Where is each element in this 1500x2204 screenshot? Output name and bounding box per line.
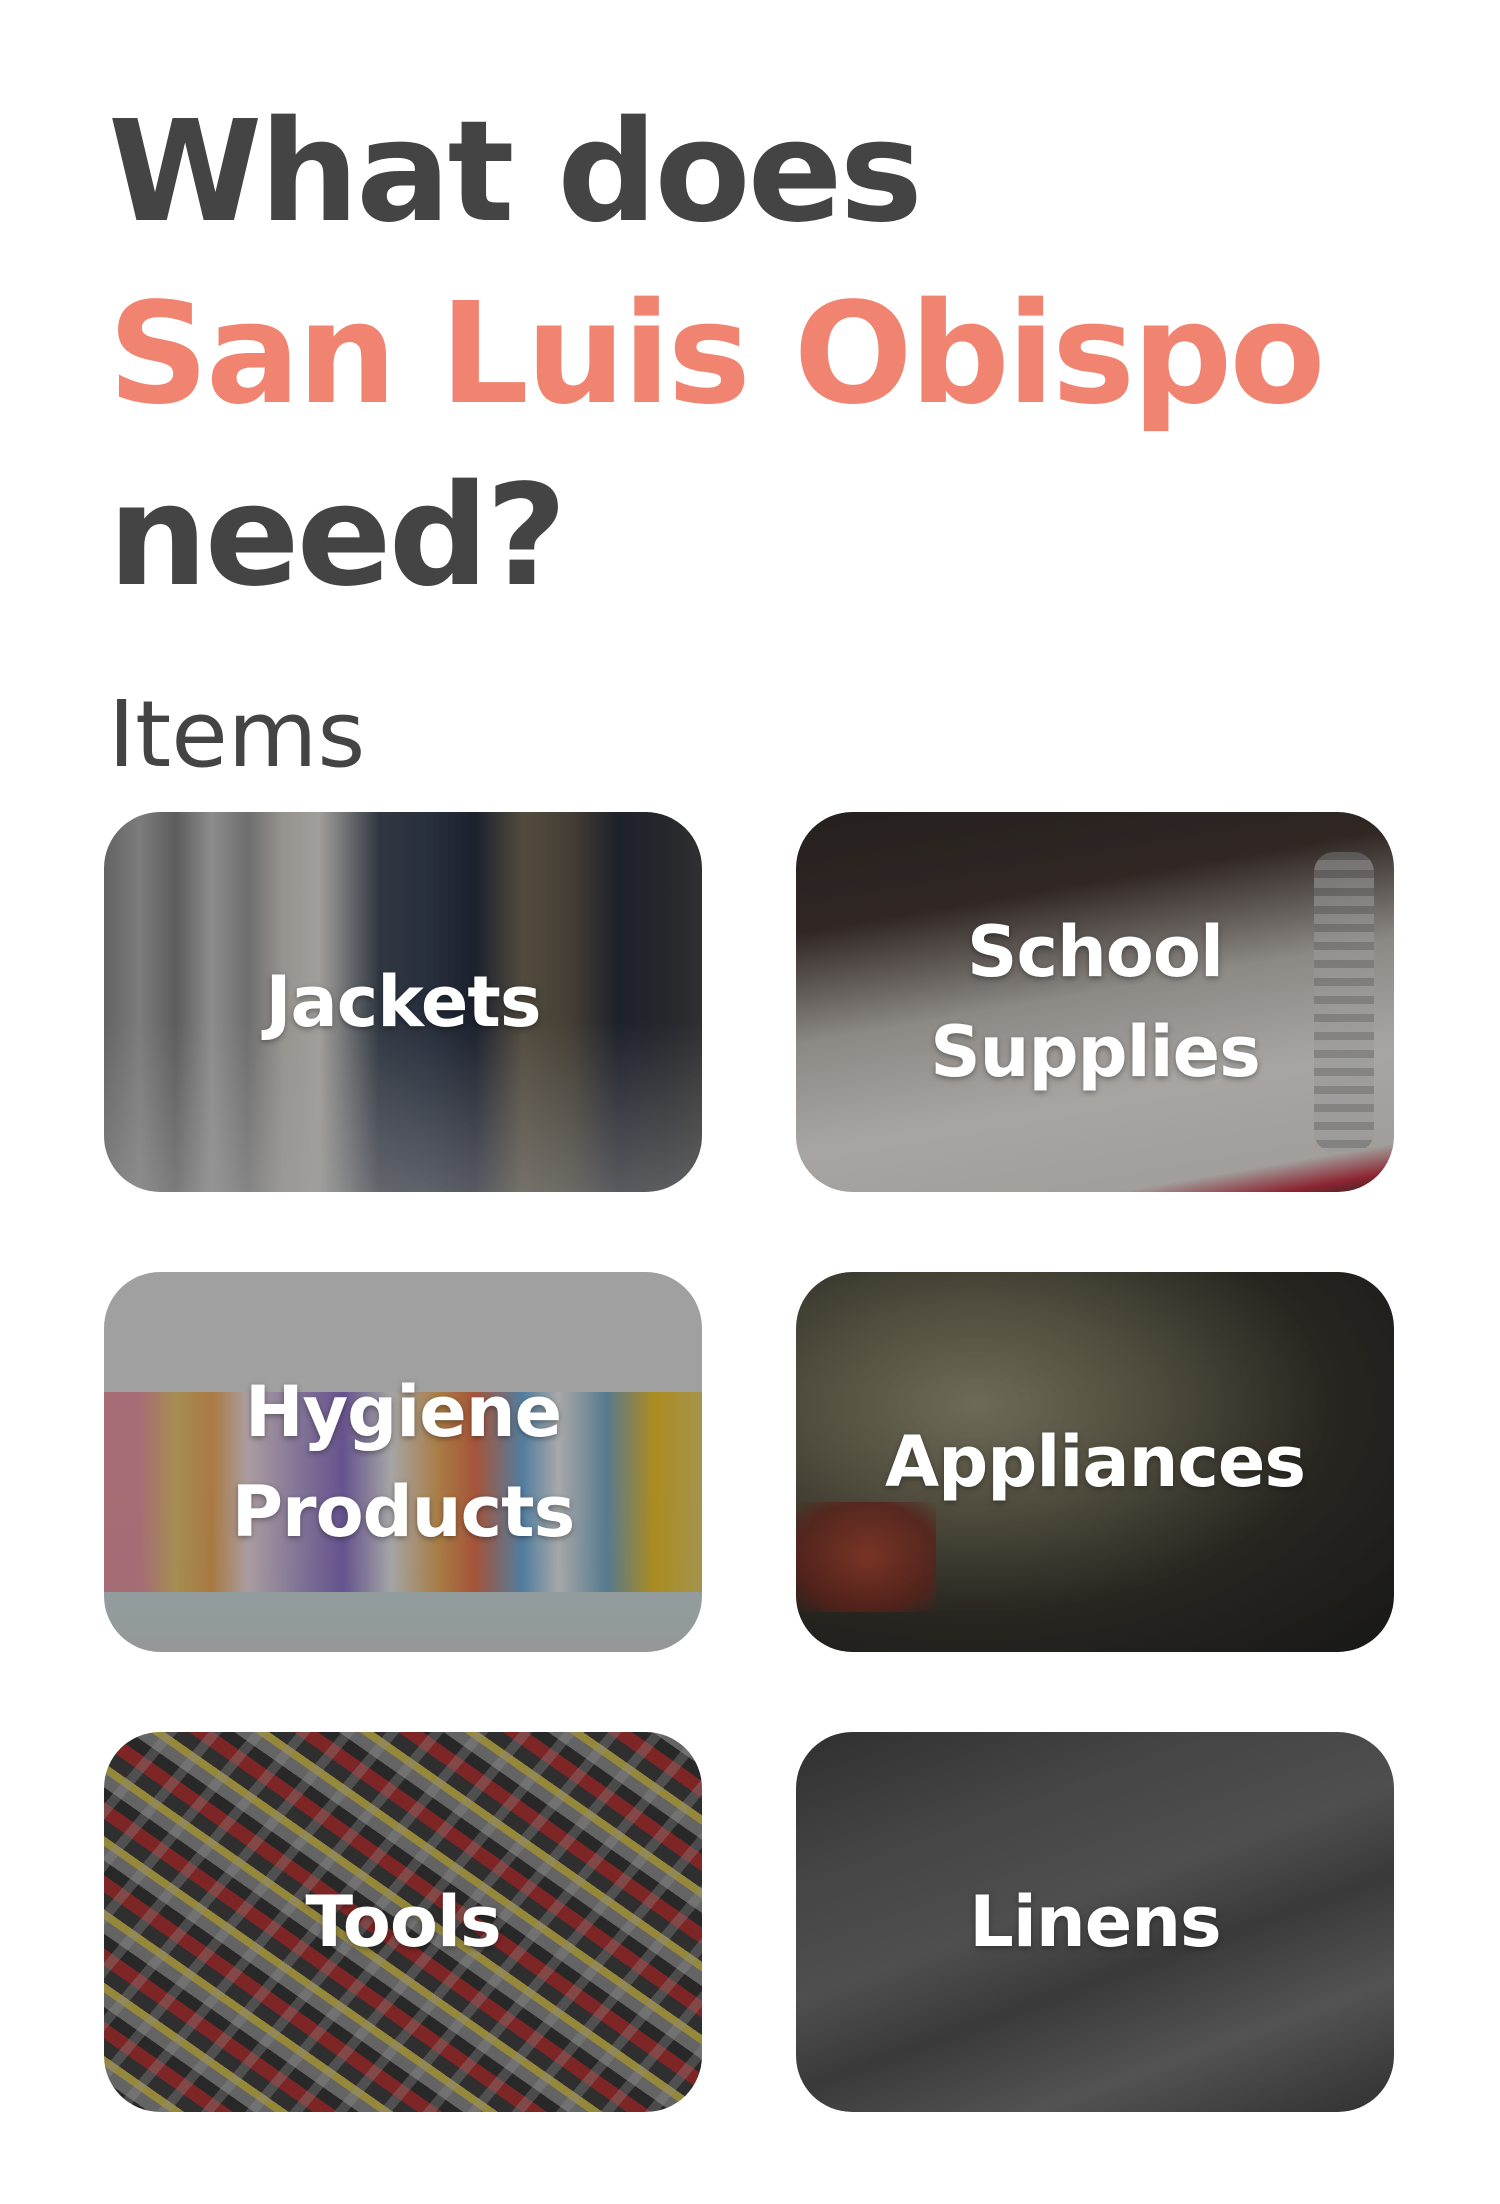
- category-label: Hygiene Products: [231, 1371, 575, 1553]
- category-label: School Supplies: [930, 911, 1261, 1093]
- page-title-line-3: need?: [108, 455, 567, 618]
- category-label: Jackets: [265, 961, 541, 1043]
- category-label: Tools: [305, 1881, 501, 1963]
- category-grid: Jackets School Supplies Hygiene Products…: [104, 812, 1394, 2112]
- category-card-appliances[interactable]: Appliances: [796, 1272, 1394, 1652]
- page-title-line-1: What does: [108, 91, 923, 254]
- category-card-linens[interactable]: Linens: [796, 1732, 1394, 2112]
- category-card-tools[interactable]: Tools: [104, 1732, 702, 2112]
- items-section-title: Items: [108, 681, 366, 788]
- page-title: What does San Luis Obispo need?: [108, 82, 1326, 628]
- category-card-hygiene-products[interactable]: Hygiene Products: [104, 1272, 702, 1652]
- category-label: Linens: [969, 1881, 1221, 1963]
- category-label: Appliances: [884, 1421, 1306, 1503]
- category-card-jackets[interactable]: Jackets: [104, 812, 702, 1192]
- city-name: San Luis Obispo: [108, 273, 1326, 436]
- category-card-school-supplies[interactable]: School Supplies: [796, 812, 1394, 1192]
